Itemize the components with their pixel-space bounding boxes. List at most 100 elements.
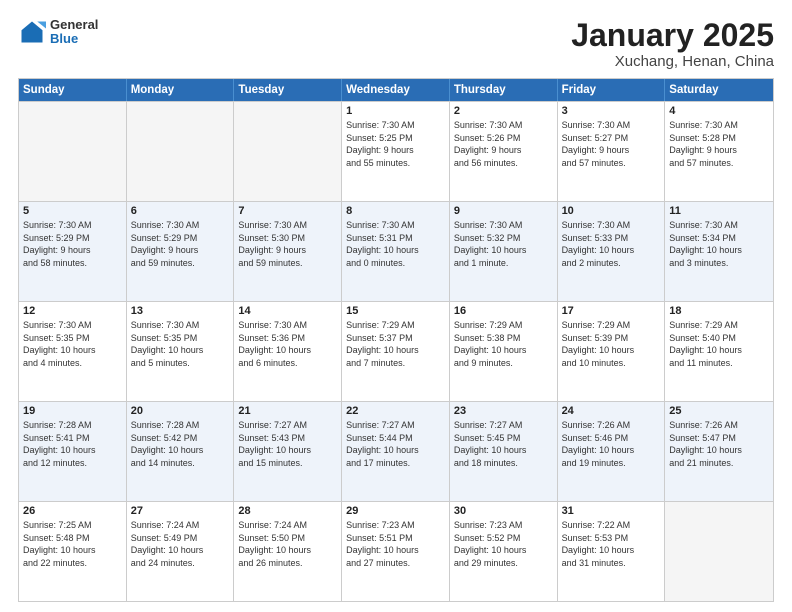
cell-info: Sunrise: 7:29 AM Sunset: 5:40 PM Dayligh… [669,319,769,369]
header: General Blue January 2025 Xuchang, Henan… [18,18,774,70]
calendar-cell-r2-c0: 12 Sunrise: 7:30 AM Sunset: 5:35 PM Dayli… [19,302,127,401]
calendar-cell-r3-c3: 22 Sunrise: 7:27 AM Sunset: 5:44 PM Dayli… [342,402,450,501]
calendar-body: 1 Sunrise: 7:30 AM Sunset: 5:25 PM Daylig… [19,101,773,601]
cell-day-number: 30 [454,505,553,517]
calendar-cell-r4-c3: 29Sunrise: 7:23 AM Sunset: 5:51 PM Dayli… [342,502,450,601]
calendar-cell-r0-c5: 3Sunrise: 7:30 AM Sunset: 5:27 PM Daylig… [558,102,666,201]
calendar-cell-r3-c1: 20 Sunrise: 7:28 AM Sunset: 5:42 PM Dayli… [127,402,235,501]
logo-icon [18,18,46,46]
calendar-cell-r1-c0: 5 Sunrise: 7:30 AM Sunset: 5:29 PM Daylig… [19,202,127,301]
cell-info: Sunrise: 7:30 AM Sunset: 5:25 PM Dayligh… [346,119,445,169]
calendar-cell-r3-c0: 19Sunrise: 7:28 AM Sunset: 5:41 PM Dayli… [19,402,127,501]
calendar-row-0: 1 Sunrise: 7:30 AM Sunset: 5:25 PM Daylig… [19,101,773,201]
cell-day-number: 17 [562,305,661,317]
cell-info: Sunrise: 7:30 AM Sunset: 5:29 PM Dayligh… [131,219,230,269]
cell-day-number: 13 [131,305,230,317]
cell-day-number: 1 [346,105,445,117]
cell-day-number: 20 [131,405,230,417]
cell-day-number: 31 [562,505,661,517]
cell-info: Sunrise: 7:30 AM Sunset: 5:29 PM Dayligh… [23,219,122,269]
cell-day-number: 28 [238,505,337,517]
cell-day-number: 2 [454,105,553,117]
cell-day-number: 22 [346,405,445,417]
calendar-cell-r2-c3: 15 Sunrise: 7:29 AM Sunset: 5:37 PM Dayli… [342,302,450,401]
title-block: January 2025 Xuchang, Henan, China [571,18,774,70]
cell-info: Sunrise: 7:30 AM Sunset: 5:35 PM Dayligh… [23,319,122,369]
calendar-cell-r2-c5: 17 Sunrise: 7:29 AM Sunset: 5:39 PM Dayli… [558,302,666,401]
cell-day-number: 25 [669,405,769,417]
calendar-cell-r2-c1: 13Sunrise: 7:30 AM Sunset: 5:35 PM Dayli… [127,302,235,401]
cell-info: Sunrise: 7:30 AM Sunset: 5:26 PM Dayligh… [454,119,553,169]
calendar-cell-r1-c3: 8 Sunrise: 7:30 AM Sunset: 5:31 PM Daylig… [342,202,450,301]
cell-day-number: 9 [454,205,553,217]
calendar-cell-r4-c1: 27Sunrise: 7:24 AM Sunset: 5:49 PM Dayli… [127,502,235,601]
cell-day-number: 19 [23,405,122,417]
cell-info: Sunrise: 7:30 AM Sunset: 5:31 PM Dayligh… [346,219,445,269]
cell-day-number: 18 [669,305,769,317]
calendar-cell-r0-c0 [19,102,127,201]
calendar-cell-r1-c4: 9 Sunrise: 7:30 AM Sunset: 5:32 PM Daylig… [450,202,558,301]
calendar-subtitle: Xuchang, Henan, China [571,53,774,70]
cell-day-number: 8 [346,205,445,217]
cell-info: Sunrise: 7:30 AM Sunset: 5:33 PM Dayligh… [562,219,661,269]
calendar-cell-r0-c1 [127,102,235,201]
cell-info: Sunrise: 7:27 AM Sunset: 5:44 PM Dayligh… [346,419,445,469]
logo-general-text: General [50,18,98,32]
calendar-row-2: 12 Sunrise: 7:30 AM Sunset: 5:35 PM Dayli… [19,301,773,401]
cell-day-number: 11 [669,205,769,217]
calendar-cell-r0-c3: 1 Sunrise: 7:30 AM Sunset: 5:25 PM Daylig… [342,102,450,201]
cell-info: Sunrise: 7:29 AM Sunset: 5:38 PM Dayligh… [454,319,553,369]
calendar-cell-r4-c2: 28 Sunrise: 7:24 AM Sunset: 5:50 PM Dayli… [234,502,342,601]
cell-day-number: 12 [23,305,122,317]
cell-day-number: 5 [23,205,122,217]
cell-info: Sunrise: 7:30 AM Sunset: 5:34 PM Dayligh… [669,219,769,269]
calendar-cell-r4-c4: 30 Sunrise: 7:23 AM Sunset: 5:52 PM Dayli… [450,502,558,601]
cell-info: Sunrise: 7:30 AM Sunset: 5:30 PM Dayligh… [238,219,337,269]
cell-info: Sunrise: 7:26 AM Sunset: 5:47 PM Dayligh… [669,419,769,469]
calendar-cell-r3-c6: 25 Sunrise: 7:26 AM Sunset: 5:47 PM Dayli… [665,402,773,501]
cell-info: Sunrise: 7:28 AM Sunset: 5:42 PM Dayligh… [131,419,230,469]
cell-day-number: 21 [238,405,337,417]
calendar-cell-r4-c6 [665,502,773,601]
calendar: SundayMondayTuesdayWednesdayThursdayFrid… [18,78,774,602]
weekday-header-saturday: Saturday [665,79,773,101]
calendar-cell-r2-c6: 18 Sunrise: 7:29 AM Sunset: 5:40 PM Dayli… [665,302,773,401]
calendar-cell-r1-c5: 10Sunrise: 7:30 AM Sunset: 5:33 PM Dayli… [558,202,666,301]
cell-day-number: 16 [454,305,553,317]
cell-day-number: 15 [346,305,445,317]
cell-info: Sunrise: 7:27 AM Sunset: 5:43 PM Dayligh… [238,419,337,469]
calendar-row-3: 19Sunrise: 7:28 AM Sunset: 5:41 PM Dayli… [19,401,773,501]
weekday-header-wednesday: Wednesday [342,79,450,101]
cell-info: Sunrise: 7:23 AM Sunset: 5:52 PM Dayligh… [454,519,553,569]
calendar-cell-r0-c2 [234,102,342,201]
cell-day-number: 4 [669,105,769,117]
calendar-row-1: 5 Sunrise: 7:30 AM Sunset: 5:29 PM Daylig… [19,201,773,301]
calendar-cell-r3-c2: 21 Sunrise: 7:27 AM Sunset: 5:43 PM Dayli… [234,402,342,501]
calendar-cell-r2-c2: 14Sunrise: 7:30 AM Sunset: 5:36 PM Dayli… [234,302,342,401]
cell-info: Sunrise: 7:30 AM Sunset: 5:36 PM Dayligh… [238,319,337,369]
calendar-cell-r4-c0: 26Sunrise: 7:25 AM Sunset: 5:48 PM Dayli… [19,502,127,601]
cell-info: Sunrise: 7:29 AM Sunset: 5:39 PM Dayligh… [562,319,661,369]
logo-text: General Blue [50,18,98,47]
calendar-cell-r1-c2: 7Sunrise: 7:30 AM Sunset: 5:30 PM Daylig… [234,202,342,301]
calendar-cell-r3-c5: 24Sunrise: 7:26 AM Sunset: 5:46 PM Dayli… [558,402,666,501]
logo: General Blue [18,18,98,47]
cell-info: Sunrise: 7:27 AM Sunset: 5:45 PM Dayligh… [454,419,553,469]
weekday-header-monday: Monday [127,79,235,101]
cell-info: Sunrise: 7:30 AM Sunset: 5:32 PM Dayligh… [454,219,553,269]
calendar-cell-r1-c6: 11 Sunrise: 7:30 AM Sunset: 5:34 PM Dayli… [665,202,773,301]
weekday-header-tuesday: Tuesday [234,79,342,101]
calendar-cell-r1-c1: 6Sunrise: 7:30 AM Sunset: 5:29 PM Daylig… [127,202,235,301]
calendar-cell-r0-c4: 2 Sunrise: 7:30 AM Sunset: 5:26 PM Daylig… [450,102,558,201]
calendar-cell-r2-c4: 16 Sunrise: 7:29 AM Sunset: 5:38 PM Dayli… [450,302,558,401]
calendar-row-4: 26Sunrise: 7:25 AM Sunset: 5:48 PM Dayli… [19,501,773,601]
calendar-header-row: SundayMondayTuesdayWednesdayThursdayFrid… [19,79,773,101]
cell-info: Sunrise: 7:25 AM Sunset: 5:48 PM Dayligh… [23,519,122,569]
weekday-header-thursday: Thursday [450,79,558,101]
cell-info: Sunrise: 7:29 AM Sunset: 5:37 PM Dayligh… [346,319,445,369]
page: General Blue January 2025 Xuchang, Henan… [0,0,792,612]
logo-blue-text: Blue [50,32,98,46]
cell-info: Sunrise: 7:24 AM Sunset: 5:50 PM Dayligh… [238,519,337,569]
calendar-cell-r4-c5: 31Sunrise: 7:22 AM Sunset: 5:53 PM Dayli… [558,502,666,601]
cell-day-number: 3 [562,105,661,117]
